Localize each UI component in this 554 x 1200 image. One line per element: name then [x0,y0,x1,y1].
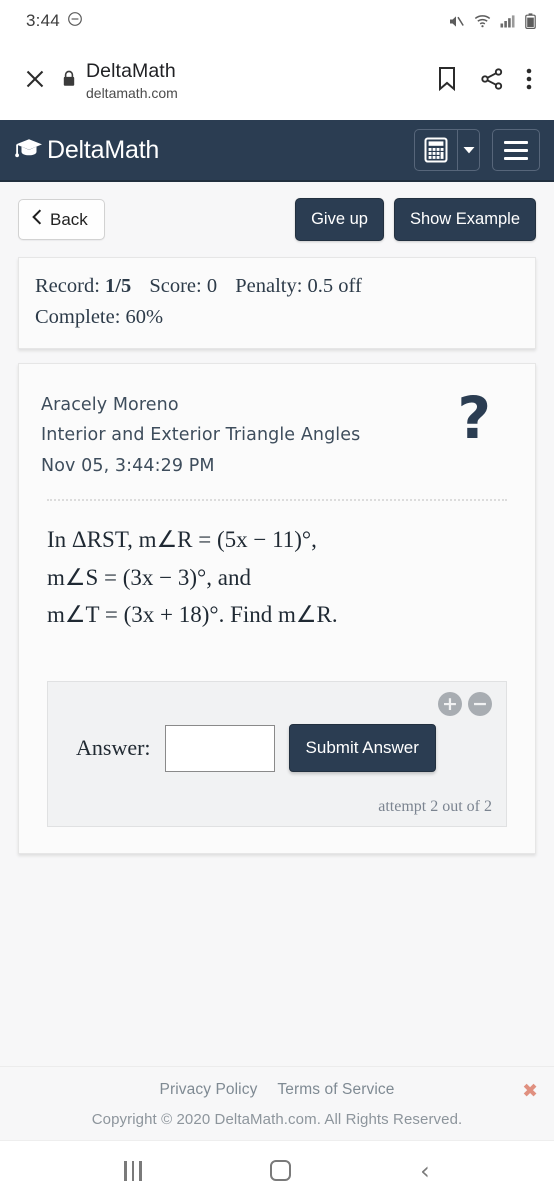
cell-signal-icon [500,14,516,28]
font-increase-icon[interactable]: + [438,692,462,717]
assignment-title: Interior and Exterior Triangle Angles [41,425,361,446]
brand-logo[interactable]: DeltaMath [14,135,159,166]
back-button[interactable]: Back [18,199,105,240]
app-header: DeltaMath [0,120,554,182]
chevron-down-icon[interactable] [457,130,479,170]
status-bar-left: 3:44 [26,11,83,32]
close-x-icon[interactable]: ✖ [522,1080,538,1102]
android-status-bar: 3:44 [0,0,554,42]
complete-label: Complete: [35,305,121,328]
score-label: Score: [149,275,202,297]
problem-statement-line: In ΔRST, m∠R = (5x − 11)°, [47,527,317,553]
close-tab-button[interactable] [16,67,54,96]
toolbar-right-group: Give up Show Example [295,198,536,241]
do-not-disturb-icon [67,11,83,32]
menu-line [504,140,528,144]
page-title: DeltaMath [86,60,176,83]
battery-icon [525,13,536,29]
recent-bar [139,1160,142,1181]
status-clock: 3:44 [26,11,60,30]
app-header-actions [414,129,540,171]
graduation-cap-icon [14,135,44,166]
phone-screen: 3:44 DeltaMath deltamath.com DeltaMath B… [0,0,554,1200]
recent-bar [124,1160,127,1181]
close-icon [23,67,47,96]
browser-toolbar: DeltaMath deltamath.com [0,42,554,120]
page-host: deltamath.com [86,84,178,101]
calculator-button[interactable] [414,129,480,171]
browser-actions [436,66,540,97]
terms-of-service-link[interactable]: Terms of Service [277,1081,394,1099]
share-icon[interactable] [480,67,504,96]
site-security-indicator[interactable] [54,70,84,92]
problem-statement: In ΔRST, m∠R = (5x − 11)°, m∠S = (3x − 3… [41,521,513,633]
problem-toolbar: Back Give up Show Example [18,198,536,241]
lock-icon [62,70,76,92]
answer-label: Answer: [76,735,151,761]
home-icon[interactable] [270,1160,292,1181]
record-card: Record: 1/5 Score: 0 Penalty: 0.5 off Co… [18,257,536,349]
penalty-value: 0.5 off [307,275,362,297]
problem-divider [47,499,507,502]
answer-row: Answer: Submit Answer [62,724,492,773]
footer-links: Privacy Policy Terms of Service [14,1081,540,1099]
record-summary-line: Record: 1/5 Score: 0 Penalty: 0.5 off [35,271,519,302]
menu-line [504,148,528,152]
chevron-left-icon [32,209,42,230]
recent-apps-icon[interactable] [124,1160,142,1181]
back-icon[interactable]: ‹ [420,1159,430,1183]
volume-muted-icon [448,14,465,29]
font-size-controls: + − [62,692,492,717]
privacy-policy-link[interactable]: Privacy Policy [160,1081,258,1099]
brand-name: DeltaMath [47,135,160,164]
submit-answer-button[interactable]: Submit Answer [288,724,436,773]
more-vertical-icon[interactable] [526,67,532,96]
problem-statement-line: m∠T = (3x + 18)°. Find m∠R. [47,601,338,627]
problem-card: Aracely Moreno Interior and Exterior Tri… [18,362,536,855]
android-nav-bar: ‹ [0,1140,554,1200]
recent-bar [131,1160,135,1181]
menu-line [504,156,528,160]
attempt-counter: attempt 2 out of 2 [378,798,492,816]
problem-timestamp: Nov 05, 3:44:29 PM [41,455,215,476]
site-footer: Privacy Policy Terms of Service Copyrigh… [0,1066,554,1140]
problem-statement-line: m∠S = (3x − 3)°, and [47,564,251,590]
show-example-button[interactable]: Show Example [393,198,536,241]
problem-meta-text: Aracely Moreno Interior and Exterior Tri… [41,390,360,482]
bookmark-icon[interactable] [436,66,458,97]
problem-meta: Aracely Moreno Interior and Exterior Tri… [41,388,513,482]
question-mark-icon[interactable]: ? [457,388,513,446]
score-value: 0 [206,275,218,297]
calculator-icon [415,130,457,170]
penalty-label: Penalty: [235,275,303,297]
wifi-icon [474,14,491,28]
record-value: 1/5 [105,275,132,297]
footer-copyright: Copyright © 2020 DeltaMath.com. All Righ… [91,1111,463,1128]
complete-value: 60% [125,305,164,328]
answer-input[interactable] [164,724,275,772]
record-label: Record: [35,275,100,297]
page-body: Back Give up Show Example Record: 1/5 Sc… [0,182,554,1066]
browser-url-area[interactable]: DeltaMath deltamath.com [84,60,436,101]
status-bar-right [448,13,536,29]
give-up-button[interactable]: Give up [295,198,384,241]
complete-line: Complete: 60% [35,302,519,333]
font-decrease-icon[interactable]: − [468,692,492,717]
student-name: Aracely Moreno [41,394,179,415]
back-button-label: Back [50,209,88,229]
answer-area: + − Answer: Submit Answer attempt 2 out … [47,681,507,828]
hamburger-menu-icon[interactable] [492,129,540,171]
